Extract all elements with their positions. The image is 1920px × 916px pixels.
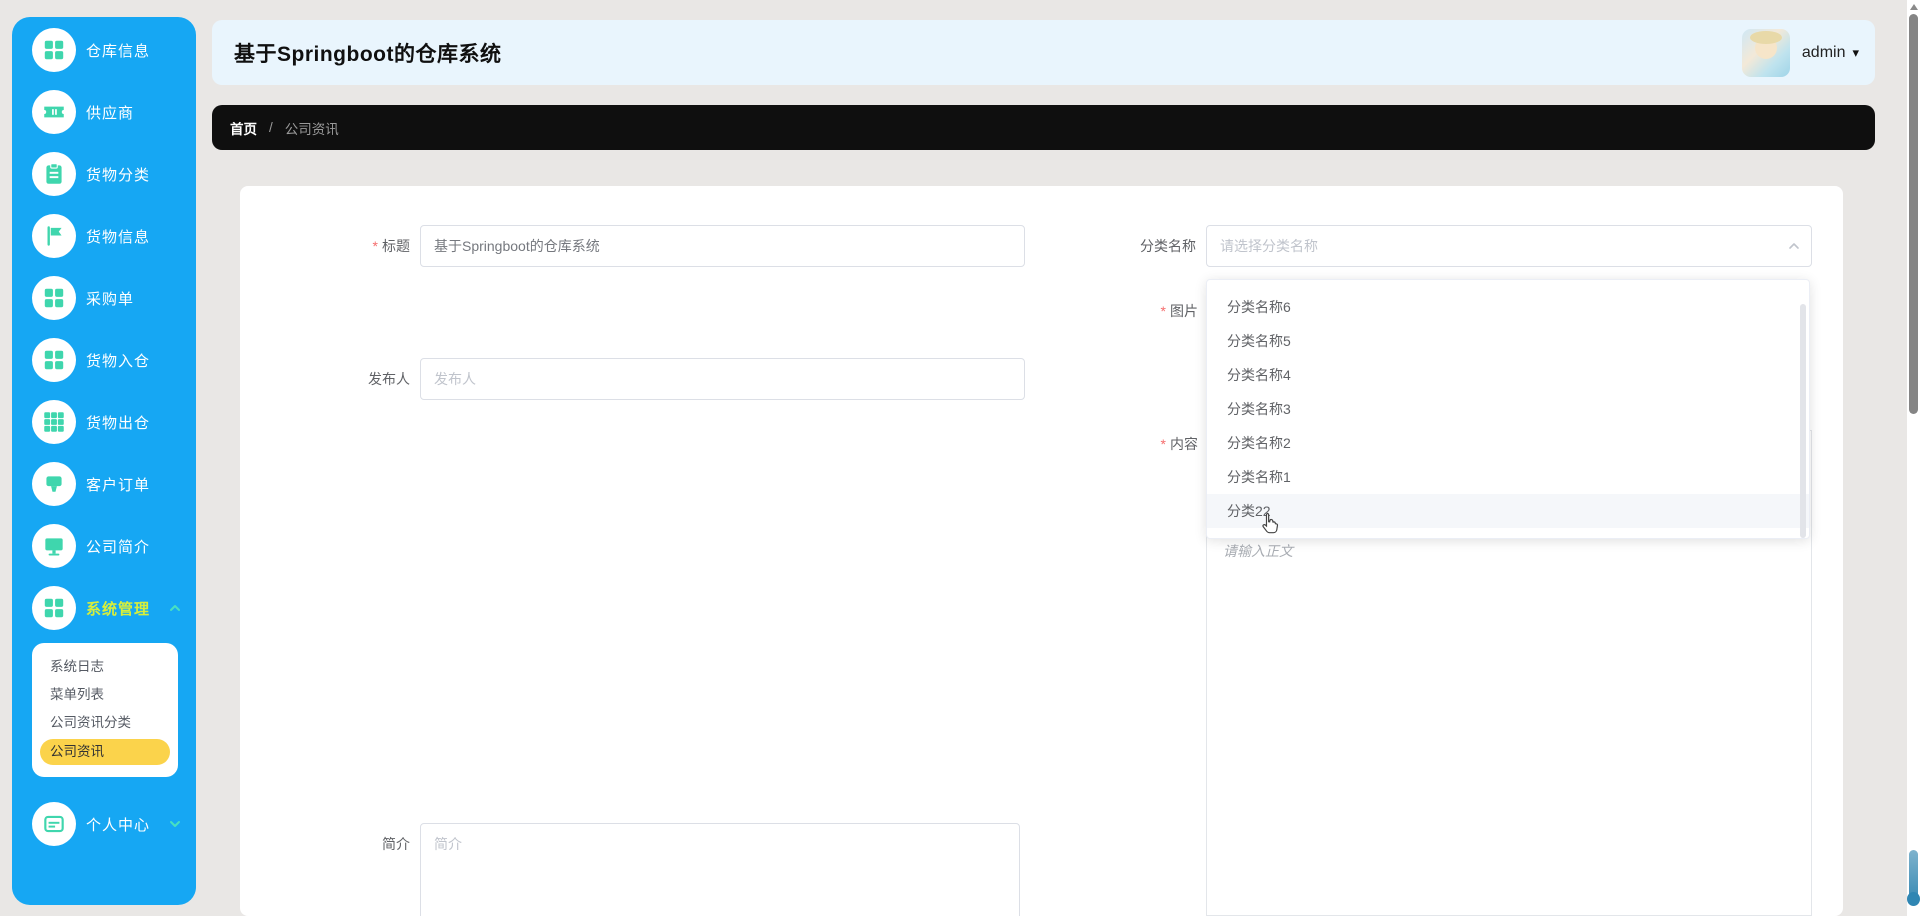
sidebar-item-personal-center[interactable]: 个人中心 xyxy=(12,793,196,855)
sidebar-personal-section: 个人中心 xyxy=(12,793,196,855)
category-select[interactable]: 请选择分类名称 xyxy=(1206,225,1812,267)
breadcrumb-separator: / xyxy=(269,120,273,135)
sidebar-item-label: 货物分类 xyxy=(86,166,151,184)
breadcrumb-current: 公司资讯 xyxy=(284,121,339,137)
ticket-icon xyxy=(32,90,76,134)
sidebar-item-label: 公司简介 xyxy=(86,538,151,556)
grid-icon xyxy=(32,338,76,382)
intro-label: 简介 xyxy=(382,836,410,852)
sidebar-item-company-profile[interactable]: 公司简介 xyxy=(12,515,196,577)
breadcrumb-home-link[interactable]: 首页 xyxy=(230,118,257,138)
username: admin xyxy=(1801,43,1846,61)
grid-icon xyxy=(32,276,76,320)
inner-scrollbar-thumb[interactable] xyxy=(1909,850,1918,898)
avatar[interactable] xyxy=(1741,28,1790,77)
sidebar-item-goods-outbound[interactable]: 货物出仓 xyxy=(12,391,196,453)
category-option[interactable]: 分类名称1 xyxy=(1207,460,1809,494)
dropdown-scrollbar-thumb[interactable] xyxy=(1800,304,1806,538)
category-dropdown-panel: 分类名称7 分类名称6 分类名称5 分类名称4 分类名称3 分类名称2 分类名称… xyxy=(1206,279,1810,539)
sidebar-item-label: 供应商 xyxy=(86,104,135,122)
grid-dense-icon xyxy=(32,400,76,444)
category-select-placeholder: 请选择分类名称 xyxy=(1220,238,1318,254)
card-icon xyxy=(32,802,76,846)
grid-icon xyxy=(32,586,76,630)
sidebar-item-goods-category[interactable]: 货物分类 xyxy=(12,143,196,205)
content-editor-placeholder: 请输入正文 xyxy=(1223,543,1293,559)
page-title: 基于Springboot的仓库系统 xyxy=(234,42,502,66)
funnel-icon xyxy=(32,462,76,506)
sidebar-item-label: 系统管理 xyxy=(86,600,151,618)
required-mark: * xyxy=(1160,303,1166,319)
category-option-list: 分类名称7 分类名称6 分类名称5 分类名称4 分类名称3 分类名称2 分类名称… xyxy=(1207,280,1809,528)
sidebar-item-label: 仓库信息 xyxy=(86,42,151,60)
required-mark: * xyxy=(1160,436,1166,452)
header: 基于Springboot的仓库系统 admin ▾ xyxy=(212,20,1875,85)
monitor-icon xyxy=(32,524,76,568)
category-option[interactable]: 分类名称2 xyxy=(1207,426,1809,460)
form-card: *标题 分类名称 请选择分类名称 *图片 发布人 *内容 请输入正文 简介 xyxy=(240,186,1843,916)
sidebar-item-label: 货物入仓 xyxy=(86,352,151,370)
chevron-up-icon xyxy=(168,601,182,615)
inner-scrollbar-dot xyxy=(1907,892,1920,906)
scrollbar-up-arrow-icon[interactable] xyxy=(1910,4,1918,10)
sidebar-item-customer-order[interactable]: 客户订单 xyxy=(12,453,196,515)
category-option[interactable]: 分类名称4 xyxy=(1207,358,1809,392)
publisher-label: 发布人 xyxy=(368,371,410,387)
sidebar-submenu: 系统日志 菜单列表 公司资讯分类 公司资讯 xyxy=(32,643,178,777)
sidebar-item-label: 客户订单 xyxy=(86,476,151,494)
category-option[interactable]: 分类名称6 xyxy=(1207,290,1809,324)
sidebar-item-purchase-order[interactable]: 采购单 xyxy=(12,267,196,329)
category-option[interactable]: 分类名称5 xyxy=(1207,324,1809,358)
submenu-item-menu-list[interactable]: 菜单列表 xyxy=(32,681,178,709)
intro-textarea[interactable] xyxy=(420,823,1020,916)
cursor-hand-icon xyxy=(1257,508,1284,538)
sidebar-item-label: 货物出仓 xyxy=(86,414,151,432)
submenu-item-company-news[interactable]: 公司资讯 xyxy=(40,739,170,765)
sidebar-item-goods-inbound[interactable]: 货物入仓 xyxy=(12,329,196,391)
sidebar-nav: 仓库信息 供应商 货物分类 货物信息 采购单 货物入仓 货物出仓 客户订单 公司… xyxy=(12,17,196,777)
chevron-up-icon xyxy=(1787,239,1801,258)
image-label: * 图片 xyxy=(1160,303,1198,319)
sidebar-item-system-management[interactable]: 系统管理 xyxy=(12,577,196,639)
clipboard-icon xyxy=(32,152,76,196)
user-menu[interactable]: admin ▾ xyxy=(1741,28,1859,77)
category-option[interactable]: 分类名称7 xyxy=(1207,280,1809,290)
sidebar-item-goods-info[interactable]: 货物信息 xyxy=(12,205,196,267)
category-option[interactable]: 分类名称3 xyxy=(1207,392,1809,426)
sidebar-item-label: 个人中心 xyxy=(86,816,151,834)
flag-icon xyxy=(32,214,76,258)
grid-icon xyxy=(32,28,76,72)
chevron-down-icon xyxy=(168,817,182,831)
required-mark: * xyxy=(372,238,378,254)
page-scrollbar-thumb[interactable] xyxy=(1909,14,1918,414)
caret-down-icon[interactable]: ▾ xyxy=(1852,45,1859,61)
title-input[interactable] xyxy=(420,225,1025,267)
publisher-input[interactable] xyxy=(420,358,1025,400)
breadcrumb: 首页 / 公司资讯 xyxy=(212,105,1875,150)
app-window: 仓库信息 供应商 货物分类 货物信息 采购单 货物入仓 货物出仓 客户订单 公司… xyxy=(0,0,1920,916)
content-label: * 内容 xyxy=(1160,436,1198,452)
sidebar-item-label: 采购单 xyxy=(86,290,135,308)
sidebar-item-warehouse-info[interactable]: 仓库信息 xyxy=(12,19,196,81)
submenu-item-system-log[interactable]: 系统日志 xyxy=(32,653,178,681)
sidebar-item-supplier[interactable]: 供应商 xyxy=(12,81,196,143)
title-label: * 标题 xyxy=(372,238,410,254)
category-label: 分类名称 xyxy=(1140,238,1196,254)
submenu-item-news-category[interactable]: 公司资讯分类 xyxy=(32,709,178,737)
sidebar-item-label: 货物信息 xyxy=(86,228,151,246)
sidebar: 仓库信息 供应商 货物分类 货物信息 采购单 货物入仓 货物出仓 客户订单 公司… xyxy=(12,17,196,905)
category-option-hovered[interactable]: 分类22 xyxy=(1207,494,1809,528)
